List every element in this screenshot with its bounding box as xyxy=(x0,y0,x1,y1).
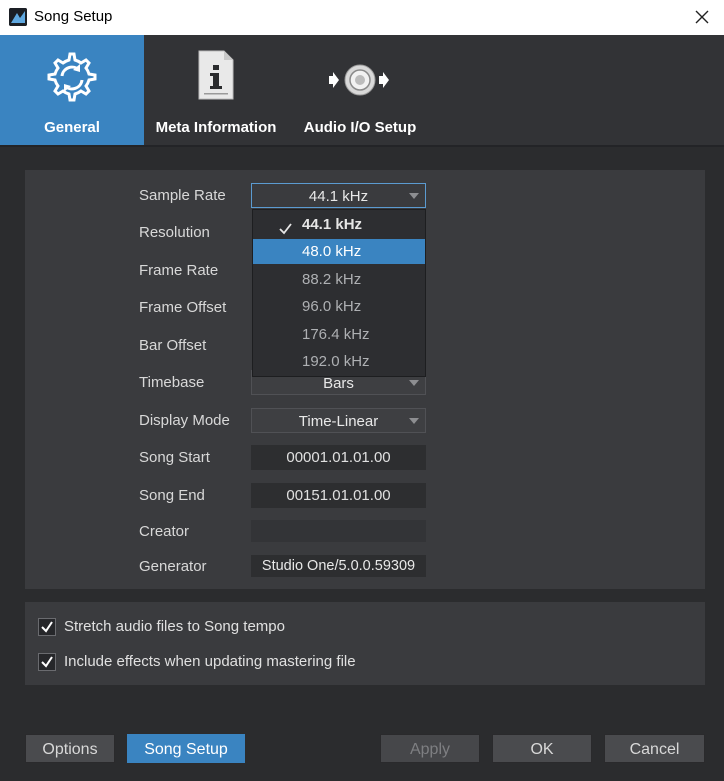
sample-rate-option[interactable]: 192.0 kHz xyxy=(253,349,425,374)
generator-field: Studio One/5.0.0.59309 xyxy=(251,555,426,577)
frame-offset-label: Frame Offset xyxy=(139,299,227,316)
timebase-value: Bars xyxy=(323,375,354,392)
tab-meta-information-label: Meta Information xyxy=(155,119,277,136)
chevron-down-icon xyxy=(409,193,419,199)
display-mode-label: Display Mode xyxy=(139,412,230,429)
sample-rate-option[interactable]: 44.1 kHz xyxy=(253,212,425,237)
resolution-label: Resolution xyxy=(139,224,210,241)
bar-offset-label: Bar Offset xyxy=(139,337,207,354)
timebase-label: Timebase xyxy=(139,374,205,391)
stretch-audio-checkbox[interactable] xyxy=(38,618,56,636)
song-end-field[interactable]: 00151.01.01.00 xyxy=(251,483,426,508)
song-setup-button[interactable]: Song Setup xyxy=(127,734,245,763)
song-options-panel xyxy=(25,602,705,685)
sample-rate-option-label: 96.0 kHz xyxy=(302,298,362,315)
apply-button[interactable]: Apply xyxy=(380,734,480,763)
sample-rate-label: Sample Rate xyxy=(139,187,226,204)
ok-button[interactable]: OK xyxy=(492,734,592,763)
sample-rate-option-label: 176.4 kHz xyxy=(302,326,370,343)
sample-rate-select[interactable]: 44.1 kHz xyxy=(251,183,426,208)
sample-rate-option[interactable]: 176.4 kHz xyxy=(253,322,425,347)
gear-refresh-icon xyxy=(43,49,101,112)
sample-rate-option[interactable]: 96.0 kHz xyxy=(253,294,425,319)
frame-rate-label: Frame Rate xyxy=(139,262,219,279)
info-document-icon xyxy=(196,49,236,106)
tab-audio-io-setup[interactable]: Audio I/O Setup xyxy=(288,35,432,145)
song-start-label: Song Start xyxy=(139,449,210,466)
display-mode-select[interactable]: Time-Linear xyxy=(251,408,426,433)
creator-label: Creator xyxy=(139,523,190,540)
sample-rate-option[interactable]: 88.2 kHz xyxy=(253,267,425,292)
tab-audio-io-setup-label: Audio I/O Setup xyxy=(303,119,417,136)
tab-meta-information[interactable]: Meta Information xyxy=(144,35,288,145)
tab-general-label: General xyxy=(44,119,100,136)
sample-rate-option-label: 88.2 kHz xyxy=(302,271,362,288)
sample-rate-option-label: 44.1 kHz xyxy=(302,216,363,233)
include-effects-label: Include effects when updating mastering … xyxy=(64,653,356,670)
category-tab-bar: General Meta Information Audio I/O Setup xyxy=(0,35,724,145)
divider xyxy=(0,145,724,147)
chevron-down-icon xyxy=(409,380,419,386)
sample-rate-dropdown-list: 44.1 kHz 48.0 kHz 88.2 kHz 96.0 kHz 176.… xyxy=(252,209,426,377)
audio-io-icon xyxy=(327,63,393,102)
cancel-button[interactable]: Cancel xyxy=(604,734,705,763)
song-start-field[interactable]: 00001.01.01.00 xyxy=(251,445,426,470)
studio-one-app-icon xyxy=(9,8,27,26)
display-mode-value: Time-Linear xyxy=(298,413,379,430)
song-end-label: Song End xyxy=(139,487,205,504)
generator-label: Generator xyxy=(139,558,207,575)
sample-rate-option[interactable]: 48.0 kHz xyxy=(253,239,425,264)
include-effects-checkbox[interactable] xyxy=(38,653,56,671)
chevron-down-icon xyxy=(409,418,419,424)
close-icon[interactable] xyxy=(688,3,716,31)
title-bar: Song Setup xyxy=(0,0,724,35)
creator-field[interactable] xyxy=(251,520,426,542)
window-title: Song Setup xyxy=(34,8,113,25)
options-button[interactable]: Options xyxy=(25,734,115,763)
sample-rate-option-label: 48.0 kHz xyxy=(302,243,362,260)
sample-rate-value: 44.1 kHz xyxy=(308,188,369,205)
tab-general[interactable]: General xyxy=(0,35,144,145)
sample-rate-option-label: 192.0 kHz xyxy=(302,353,370,370)
stretch-audio-label: Stretch audio files to Song tempo xyxy=(64,618,285,635)
